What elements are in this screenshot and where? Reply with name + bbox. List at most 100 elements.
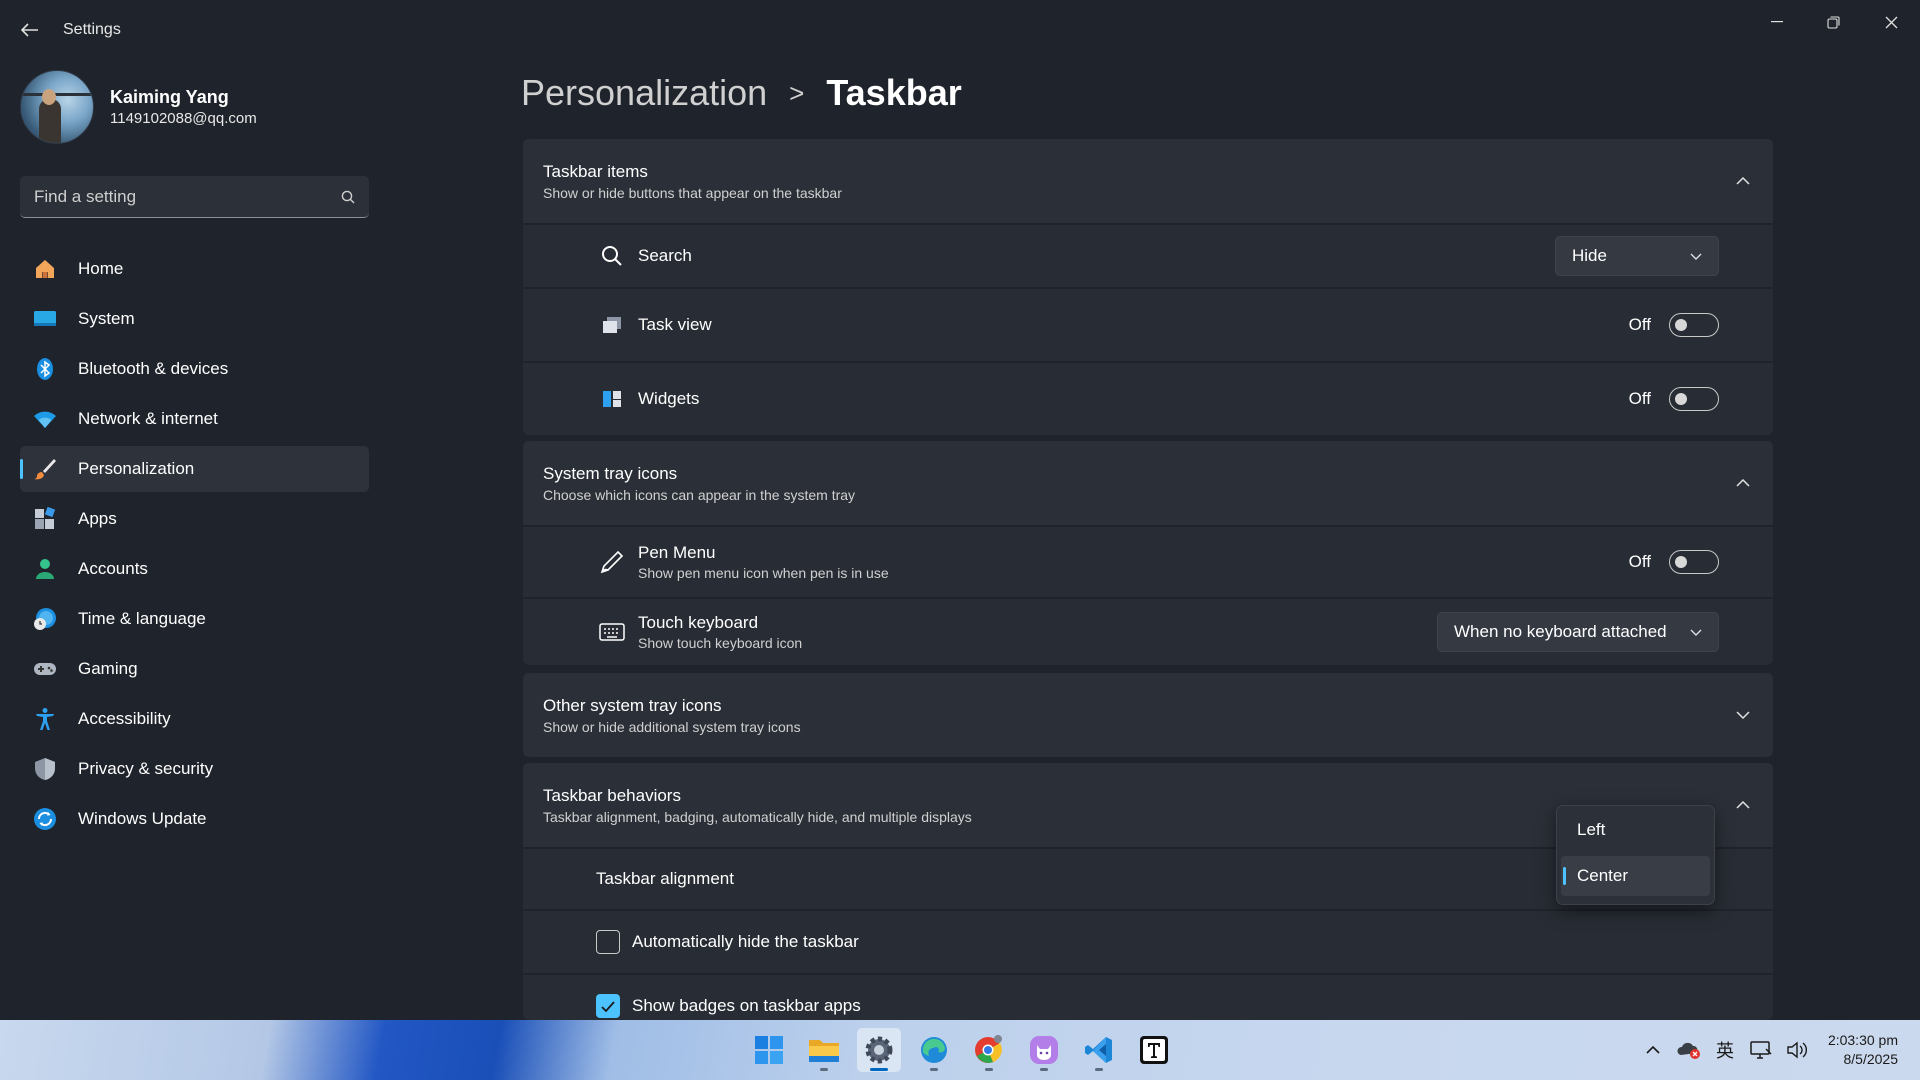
widgets-label: Widgets: [638, 389, 700, 408]
edge-icon: [921, 1037, 947, 1063]
restore-button[interactable]: [1810, 6, 1856, 38]
breadcrumb-parent[interactable]: Personalization: [521, 72, 767, 114]
search-input[interactable]: [34, 186, 341, 207]
taskbar-edge[interactable]: [912, 1028, 956, 1072]
widgets-row: Widgets Off: [523, 361, 1773, 435]
alignment-dropdown-menu: Left Center: [1556, 805, 1715, 905]
auto-hide-checkbox[interactable]: [596, 930, 620, 954]
checkmark-icon: [601, 1000, 615, 1012]
accounts-icon: [32, 556, 58, 582]
chevron-up-icon[interactable]: [1733, 171, 1753, 191]
task-view-toggle[interactable]: [1669, 313, 1719, 337]
chevron-up-icon[interactable]: [1733, 473, 1753, 493]
volume-icon[interactable]: [1782, 1035, 1812, 1065]
taskbar-apps: [747, 1028, 1187, 1072]
sidebar-item-accessibility[interactable]: Accessibility: [20, 696, 369, 742]
user-profile[interactable]: Kaiming Yang 1149102088@qq.com: [20, 70, 257, 144]
cat-app-icon: [1030, 1036, 1058, 1064]
other-tray-header[interactable]: Other system tray icons Show or hide add…: [523, 673, 1773, 757]
system-tray-header[interactable]: System tray icons Choose which icons can…: [523, 441, 1773, 525]
section-title: Other system tray icons: [543, 695, 722, 715]
sidebar-nav: Home System Bluetooth & devices Network …: [20, 246, 369, 846]
taskbar-cat-app[interactable]: [1022, 1028, 1066, 1072]
pen-menu-toggle[interactable]: [1669, 550, 1719, 574]
taskbar-file-explorer[interactable]: [802, 1028, 846, 1072]
taskbar-typora[interactable]: [1132, 1028, 1176, 1072]
section-title: System tray icons: [543, 463, 678, 483]
shield-icon: [32, 756, 58, 782]
sidebar-item-gaming[interactable]: Gaming: [20, 646, 369, 692]
search-icon: [598, 242, 626, 270]
badges-row: Show badges on taskbar apps: [523, 973, 1773, 1020]
network-icon[interactable]: [1746, 1035, 1776, 1065]
file-explorer-icon: [809, 1040, 839, 1062]
sidebar-item-home[interactable]: Home: [20, 246, 369, 292]
sidebar-item-accounts[interactable]: Accounts: [20, 546, 369, 592]
accessibility-icon: [32, 706, 58, 732]
sidebar-item-network[interactable]: Network & internet: [20, 396, 369, 442]
sidebar-item-time-language[interactable]: Time & language: [20, 596, 369, 642]
chevron-down-icon[interactable]: [1733, 705, 1753, 725]
taskbar-items-header[interactable]: Taskbar items Show or hide buttons that …: [523, 139, 1773, 223]
minimize-button[interactable]: [1754, 6, 1800, 38]
pen-menu-state: Off: [1628, 552, 1651, 571]
task-view-icon: [598, 311, 626, 339]
ime-indicator[interactable]: 英: [1710, 1035, 1740, 1065]
settings-icon: [865, 1036, 893, 1064]
touch-keyboard-dropdown[interactable]: When no keyboard attached: [1437, 612, 1719, 652]
widgets-toggle[interactable]: [1669, 387, 1719, 411]
brush-icon: [32, 456, 58, 482]
widgets-state: Off: [1628, 389, 1651, 408]
start-icon: [755, 1036, 783, 1064]
page-title: Taskbar: [826, 72, 962, 113]
search-dropdown[interactable]: Hide: [1555, 236, 1719, 276]
chevron-up-icon[interactable]: [1733, 795, 1753, 815]
sidebar-item-label: Privacy & security: [78, 759, 214, 778]
search-label: Search: [638, 246, 692, 265]
taskbar-settings[interactable]: [857, 1028, 901, 1072]
sidebar-item-label: Accounts: [78, 559, 148, 578]
search-dropdown-value: Hide: [1572, 246, 1607, 265]
sidebar-item-label: Gaming: [78, 659, 138, 678]
sidebar-item-label: Personalization: [78, 459, 195, 478]
close-button[interactable]: [1868, 6, 1914, 38]
home-icon: [32, 256, 58, 282]
clock-globe-icon: [32, 606, 58, 632]
pen-icon: [598, 548, 626, 576]
system-tray-section: System tray icons Choose which icons can…: [523, 441, 1773, 665]
update-icon: [32, 806, 58, 832]
start-button[interactable]: [747, 1028, 791, 1072]
sidebar-item-label: Time & language: [78, 609, 206, 628]
typora-icon: [1140, 1036, 1168, 1064]
alignment-option-center[interactable]: Center: [1561, 856, 1710, 896]
auto-hide-label: Automatically hide the taskbar: [632, 932, 859, 951]
sidebar-item-system[interactable]: System: [20, 296, 369, 342]
sidebar-item-privacy-security[interactable]: Privacy & security: [20, 746, 369, 792]
pen-menu-row: Pen Menu Show pen menu icon when pen is …: [523, 525, 1773, 597]
taskbar-chrome[interactable]: [967, 1028, 1011, 1072]
other-tray-section: Other system tray icons Show or hide add…: [523, 673, 1773, 757]
onedrive-error-icon[interactable]: [1674, 1035, 1704, 1065]
alignment-option-left[interactable]: Left: [1561, 810, 1710, 850]
sidebar-item-personalization[interactable]: Personalization: [20, 446, 369, 492]
touch-keyboard-description: Show touch keyboard icon: [638, 635, 803, 651]
chevron-down-icon: [1690, 253, 1702, 260]
system-tray: 英 2:03:30 pm 8/5/2025: [1638, 1020, 1920, 1080]
show-hidden-icons-button[interactable]: [1638, 1035, 1668, 1065]
search-box[interactable]: [20, 176, 369, 218]
sidebar-item-bluetooth[interactable]: Bluetooth & devices: [20, 346, 369, 392]
profile-email: 1149102088@qq.com: [110, 110, 257, 127]
taskbar-vscode[interactable]: [1077, 1028, 1121, 1072]
search-icon[interactable]: [341, 190, 355, 204]
badges-checkbox[interactable]: [596, 994, 620, 1018]
close-icon: [1885, 16, 1897, 28]
back-button[interactable]: [18, 18, 42, 42]
task-view-label: Task view: [638, 315, 712, 334]
keyboard-icon: [598, 618, 626, 646]
auto-hide-row: Automatically hide the taskbar: [523, 909, 1773, 973]
widgets-icon: [598, 385, 626, 413]
clock[interactable]: 2:03:30 pm 8/5/2025: [1828, 1031, 1898, 1069]
sidebar-item-windows-update[interactable]: Windows Update: [20, 796, 369, 842]
sidebar-item-apps[interactable]: Apps: [20, 496, 369, 542]
section-subtitle: Taskbar alignment, badging, automaticall…: [543, 808, 972, 825]
